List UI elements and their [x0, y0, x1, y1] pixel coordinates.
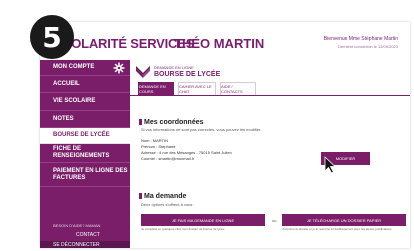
welcome-text: Bienvenue Mme Stéphane Martin — [323, 36, 398, 42]
section-heading-text: Mes coordonnées — [144, 119, 204, 126]
download-paper-button[interactable]: JE TÉLÉCHARGE UN DOSSIER PAPIER — [282, 214, 406, 226]
sidebar-item-scholarship[interactable]: BOURSE DE LYCÉE — [40, 128, 130, 144]
sidebar-item-online-payment[interactable]: PAIEMENT EN LIGNE DES FACTURES — [40, 163, 130, 187]
sidebar-item-grades[interactable]: NOTES — [40, 111, 130, 128]
online-request-note: Je complète en quelques clics mon dossie… — [141, 227, 225, 231]
section-heading-text: Ma demande — [144, 193, 187, 200]
page-title: BOURSE DE LYCÉE — [154, 71, 221, 78]
page-supertitle: DEMANDE EN LIGNE — [154, 65, 194, 70]
tab-notebook[interactable]: CAHIER AVEC LE CHAT — [178, 82, 216, 95]
tab-label: AIDE / CONTACTS — [221, 84, 243, 94]
or-separator: ou — [272, 218, 277, 223]
tab-help[interactable]: AIDE / CONTACTS — [220, 82, 256, 95]
sidebar-item-home[interactable]: ACCUEIL — [40, 76, 130, 93]
section-heading-request: Ma demande — [139, 193, 186, 200]
sidebar-item-label: FICHE DE RENSEIGNEMENTS — [53, 146, 110, 159]
sidebar-item-info-sheet[interactable]: FICHE DE RENSEIGNEMENTS — [40, 144, 130, 163]
school-icon — [136, 66, 150, 78]
sidebar-item-school-life[interactable]: VIE SCOLAIRE — [40, 93, 130, 111]
section-subtext: Si vos informations ne sont pas correcte… — [141, 127, 262, 132]
sidebar: MON COMPTE ACCUEIL VIE SCOLAIRE NOTES BO… — [40, 60, 130, 248]
online-request-button[interactable]: JE FAIS MA DEMANDE EN LIGNE — [141, 214, 265, 226]
tab-label: DEMANDE EN COURS — [139, 84, 166, 94]
contact-firstname: Prénom : Stéphane — [141, 144, 176, 149]
contact-link[interactable]: CONTACT — [76, 232, 100, 238]
sidebar-item-label: ACCUEIL — [53, 80, 80, 87]
last-login-text: Dernière connexion le 12/09/2023 — [337, 44, 398, 49]
top-header: COLARITÉ SERVICES THÉO MARTIN Bienvenue … — [40, 22, 410, 61]
download-paper-note: J'imprime le dossier et je le retourne à… — [282, 227, 392, 231]
sidebar-item-label: PAIEMENT EN LIGNE DES FACTURES — [53, 167, 128, 181]
section2-subtext: Deux options s'offrent à vous : — [141, 202, 195, 207]
photo-frame: COLARITÉ SERVICES THÉO MARTIN Bienvenue … — [0, 0, 414, 251]
contact-email: Courriel : smartin@monmail.fr — [141, 156, 195, 161]
tab-bar: DEMANDE EN COURS CAHIER AVEC LE CHAT AID… — [130, 82, 410, 96]
sidebar-item-label: BOURSE DE LYCÉE — [53, 132, 110, 138]
header-user-info: Bienvenue Mme Stéphane Martin Dernière c… — [324, 36, 398, 49]
contact-name: Nom : MARTIN — [141, 138, 169, 143]
tab-label: CAHIER AVEC LE CHAT — [179, 84, 212, 94]
mouse-cursor-icon — [324, 156, 337, 174]
user-name: THÉO MARTIN — [174, 36, 265, 51]
app-window: COLARITÉ SERVICES THÉO MARTIN Bienvenue … — [40, 22, 410, 248]
help-note: BESOIN D'AIDE? MAMAN — [53, 223, 101, 228]
step-number-badge: 5 — [30, 15, 74, 59]
main-content: DEMANDE EN LIGNE BOURSE DE LYCÉE DEMANDE… — [130, 60, 410, 248]
logout-label: SE DÉCONNECTER — [53, 241, 100, 248]
logout-button[interactable]: SE DÉCONNECTER — [40, 241, 130, 248]
section-heading-contact: Mes coordonnées — [139, 119, 204, 126]
sidebar-item-label: NOTES — [53, 115, 74, 122]
gear-icon[interactable] — [113, 62, 125, 74]
contact-address: Adresse : 4 rue des Mésanges - 75015 Sai… — [141, 150, 232, 155]
sidebar-item-label: VIE SCOLAIRE — [53, 98, 96, 104]
tab-current-request[interactable]: DEMANDE EN COURS — [138, 82, 174, 95]
sidebar-item-label: MON COMPTE — [53, 64, 95, 70]
